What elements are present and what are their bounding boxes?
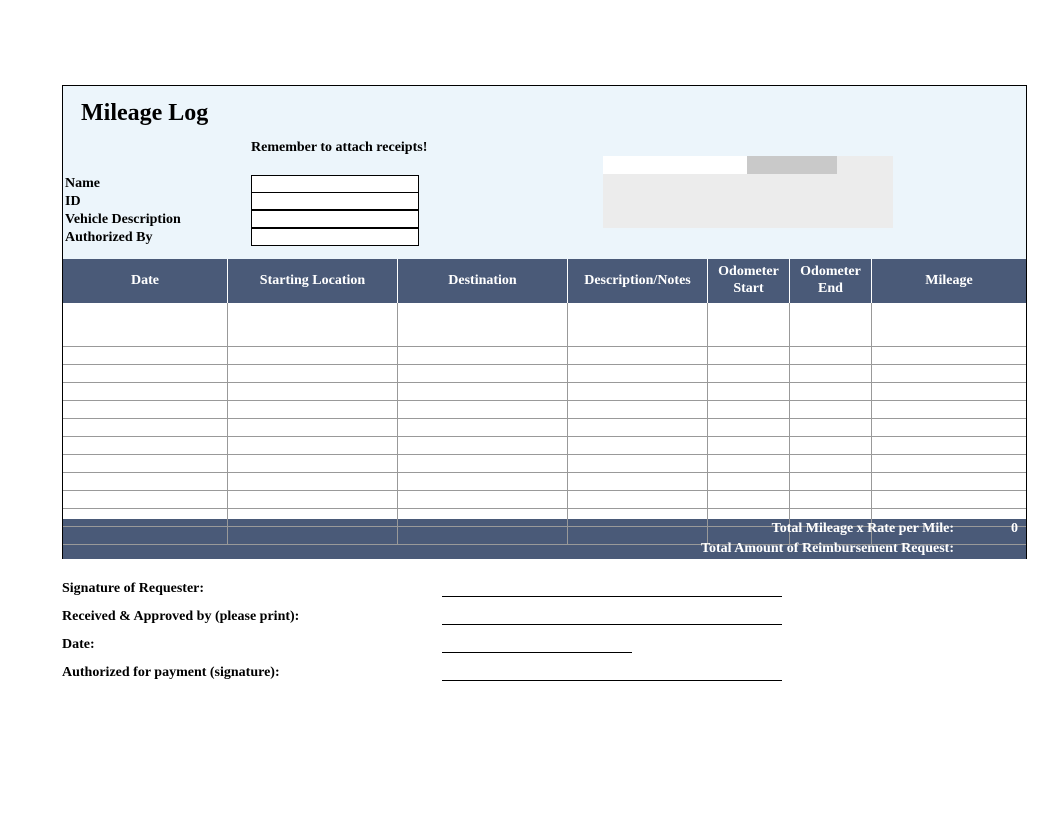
sig-requester-line[interactable] xyxy=(442,579,782,597)
table-row xyxy=(63,483,1026,501)
sig-approved-label: Received & Approved by (please print): xyxy=(62,609,442,625)
total-rate-value: 0 xyxy=(966,521,1026,537)
signature-block: Signature of Requester: Received & Appro… xyxy=(62,569,1027,681)
label-name: Name xyxy=(65,175,251,193)
label-id: ID xyxy=(65,193,251,211)
grey-box-cutout xyxy=(603,156,747,174)
sig-payment-line[interactable] xyxy=(442,663,782,681)
total-rate-label: Total Mileage x Rate per Mile: xyxy=(63,521,966,537)
input-name[interactable] xyxy=(251,175,419,193)
table-row xyxy=(63,411,1026,429)
input-vehicle[interactable] xyxy=(251,210,419,228)
sig-date-label: Date: xyxy=(62,637,442,653)
form-title: Mileage Log xyxy=(63,96,1026,127)
sig-approved-line[interactable] xyxy=(442,607,782,625)
col-odometer-end: Odometer End xyxy=(790,259,872,303)
col-mileage: Mileage xyxy=(872,259,1026,303)
col-destination: Destination xyxy=(398,259,568,303)
col-odometer-start: Odometer Start xyxy=(708,259,790,303)
table-body xyxy=(63,303,1026,519)
table-row xyxy=(63,357,1026,375)
table-row xyxy=(63,429,1026,447)
input-id[interactable] xyxy=(251,192,419,210)
table-row xyxy=(63,375,1026,393)
table-row xyxy=(63,303,1026,321)
total-reimbursement-label: Total Amount of Reimbursement Request: xyxy=(63,541,966,557)
input-authorized[interactable] xyxy=(251,228,419,246)
sig-payment-label: Authorized for payment (signature): xyxy=(62,665,442,681)
col-date: Date xyxy=(63,259,228,303)
header-panel: Mileage Log Remember to attach receipts!… xyxy=(63,86,1026,259)
col-description: Description/Notes xyxy=(568,259,708,303)
table-row xyxy=(63,501,1026,519)
table-row xyxy=(63,339,1026,357)
label-authorized: Authorized By xyxy=(65,229,251,247)
table-header: Date Starting Location Destination Descr… xyxy=(63,259,1026,303)
sig-requester-label: Signature of Requester: xyxy=(62,581,442,597)
table-row xyxy=(63,321,1026,339)
table-row xyxy=(63,465,1026,483)
table-row xyxy=(63,447,1026,465)
reminder-text: Remember to attach receipts! xyxy=(251,140,427,156)
col-starting-location: Starting Location xyxy=(228,259,398,303)
table-row xyxy=(63,393,1026,411)
sig-date-line[interactable] xyxy=(442,635,632,653)
grey-box-dark xyxy=(747,156,837,174)
label-vehicle: Vehicle Description xyxy=(65,211,251,229)
